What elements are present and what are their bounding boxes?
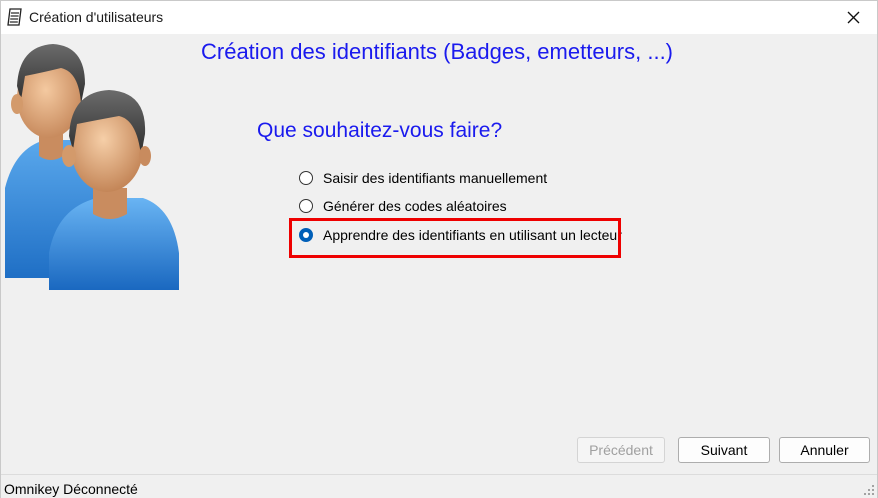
- wizard-content: Création des identifiants (Badges, emett…: [1, 34, 877, 474]
- radio-button[interactable]: [299, 171, 313, 185]
- title-bar[interactable]: Création d'utilisateurs: [1, 1, 877, 34]
- option-manual-entry[interactable]: Saisir des identifiants manuellement: [299, 168, 547, 188]
- status-text: Omnikey Déconnecté: [4, 481, 138, 497]
- option-random-codes[interactable]: Générer des codes aléatoires: [299, 196, 507, 216]
- users-icon: [5, 44, 179, 290]
- page-title: Création des identifiants (Badges, emett…: [201, 39, 674, 64]
- close-icon: [847, 11, 860, 24]
- close-button[interactable]: [831, 1, 877, 34]
- question-heading: Que souhaitez-vous faire?: [257, 119, 503, 142]
- next-button[interactable]: Suivant: [678, 437, 770, 463]
- highlight-box: [289, 218, 621, 258]
- window-title: Création d'utilisateurs: [29, 9, 164, 25]
- wizard-window: Création d'utilisateurs Création des ide…: [0, 0, 878, 498]
- radio-button[interactable]: [299, 199, 313, 213]
- previous-button[interactable]: Précédent: [577, 437, 665, 463]
- cancel-button[interactable]: Annuler: [779, 437, 870, 463]
- status-bar: Omnikey Déconnecté: [1, 474, 877, 498]
- notepad-icon: [5, 7, 25, 27]
- resize-grip-icon[interactable]: [863, 484, 875, 496]
- option-label: Générer des codes aléatoires: [323, 198, 507, 214]
- option-label: Saisir des identifiants manuellement: [323, 170, 548, 186]
